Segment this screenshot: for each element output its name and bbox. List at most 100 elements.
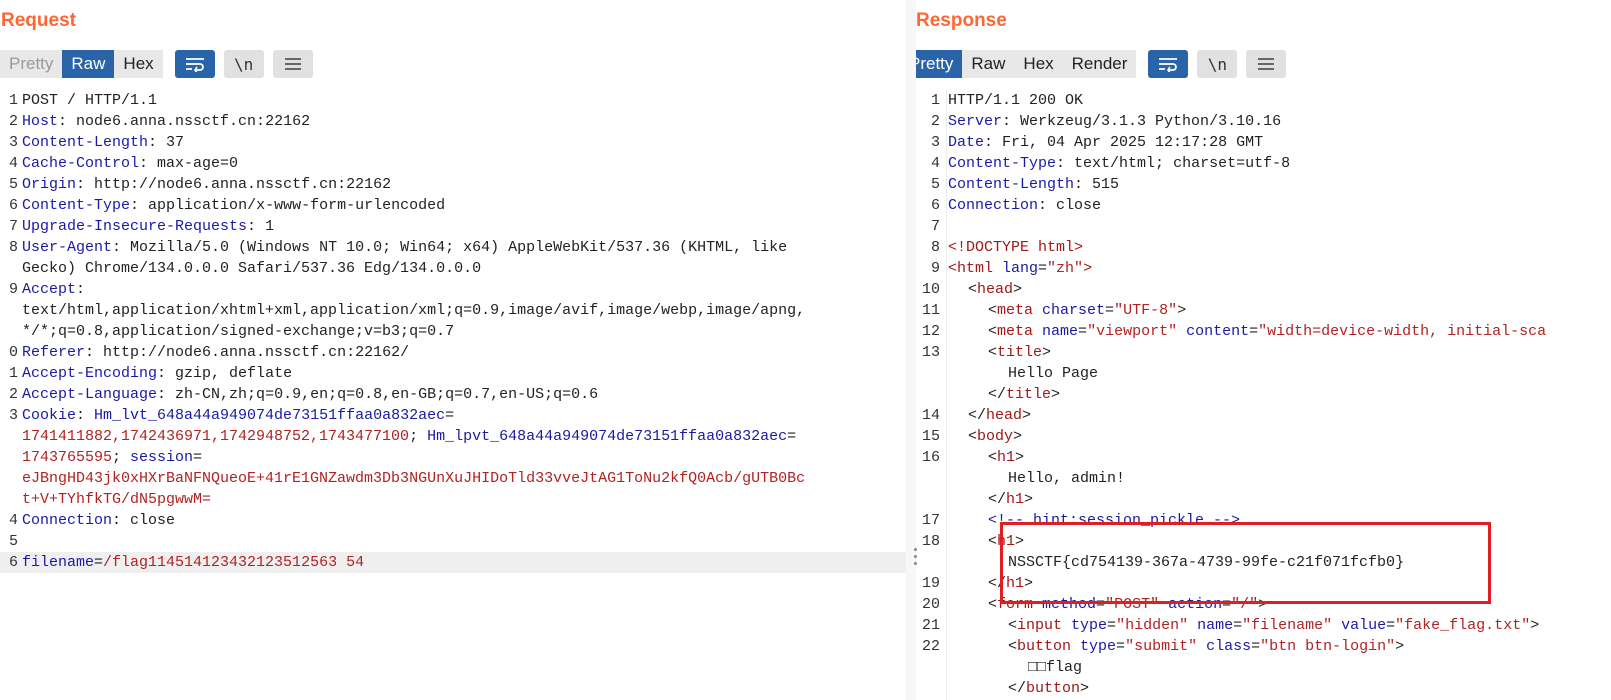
line-number: 5 <box>8 533 18 550</box>
line-content: 1741411882,1742436971,1742948752,1743477… <box>22 428 797 445</box>
line-number: 15 <box>921 428 940 445</box>
request-line: 1743765595; session= <box>0 447 906 468</box>
request-line: 4 Cache-Control: max-age=0 <box>0 153 906 174</box>
response-line: □□flag <box>916 657 1611 678</box>
response-line: 7 <box>916 216 1611 237</box>
request-pane: Request Pretty Raw Hex \n 1 POST / HTTP/1… <box>0 0 906 700</box>
response-line: Hello, admin! <box>916 468 1611 489</box>
request-line: 5 <box>0 531 906 552</box>
line-content: HTTP/1.1 200 OK <box>948 92 1084 109</box>
request-line: 2 Accept-Language: zh-CN,zh;q=0.9,en;q=0.… <box>0 384 906 405</box>
response-line: 3 Date: Fri, 04 Apr 2025 12:17:28 GMT <box>916 132 1611 153</box>
response-line: 19 </h1> <box>916 573 1611 594</box>
request-toolbar: Pretty Raw Hex \n <box>0 50 313 78</box>
response-line: 6 Connection: close <box>916 195 1611 216</box>
line-content: <meta name="viewport" content="width=dev… <box>988 323 1547 340</box>
line-number: 6 <box>8 197 18 214</box>
request-line: 1 Accept-Encoding: gzip, deflate <box>0 363 906 384</box>
response-tab-render[interactable]: Render <box>1062 50 1137 78</box>
line-content: </button> <box>1008 680 1090 697</box>
line-content: </title> <box>988 386 1061 403</box>
line-content: Content-Length: 37 <box>22 134 185 151</box>
pane-splitter[interactable] <box>906 0 916 700</box>
line-content: Server: Werkzeug/3.1.3 Python/3.10.16 <box>948 113 1282 130</box>
line-content: Gecko) Chrome/134.0.0.0 Safari/537.36 Ed… <box>22 260 482 277</box>
response-tab-pretty[interactable]: Pretty <box>916 50 963 78</box>
line-number: 14 <box>921 407 940 424</box>
line-content: □□flag <box>1028 659 1083 676</box>
line-content: Accept-Encoding: gzip, deflate <box>22 365 293 382</box>
line-content: Content-Type: application/x-www-form-url… <box>22 197 446 214</box>
wrap-icon[interactable] <box>1148 50 1189 78</box>
line-number: 22 <box>921 638 940 655</box>
response-line: 18 <h1> <box>916 531 1611 552</box>
response-line: 10 <head> <box>916 279 1611 300</box>
newline-icon[interactable]: \n <box>1197 50 1238 78</box>
line-content: Accept-Language: zh-CN,zh;q=0.9,en;q=0.8… <box>22 386 599 403</box>
response-toolbar: Pretty Raw Hex Render \n <box>916 50 1287 78</box>
line-content: User-Agent: Mozilla/5.0 (Windows NT 10.0… <box>22 239 788 256</box>
request-editor[interactable]: 1 POST / HTTP/1.1 2 Host: node6.anna.nssctf… <box>0 90 906 700</box>
line-content: text/html,application/xhtml+xml,applicat… <box>22 302 806 319</box>
line-content: Connection: close <box>22 512 176 529</box>
line-content: Hello Page <box>1008 365 1099 382</box>
line-number: 7 <box>930 218 940 235</box>
response-line: 4 Content-Type: text/html; charset=utf-8 <box>916 153 1611 174</box>
line-number: 6 <box>8 554 18 571</box>
line-number: 0 <box>8 344 18 361</box>
line-content: <form method="POST" action="/"> <box>988 596 1268 613</box>
request-line: 5 Origin: http://node6.anna.nssctf.cn:221… <box>0 174 906 195</box>
line-content: 1743765595; session= <box>22 449 203 466</box>
menu-icon[interactable] <box>1246 50 1287 78</box>
line-number: 1 <box>8 365 18 382</box>
response-line: 5 Content-Length: 515 <box>916 174 1611 195</box>
line-number: 3 <box>930 134 940 151</box>
line-content: <!DOCTYPE html> <box>948 239 1084 256</box>
line-content: POST / HTTP/1.1 <box>22 92 158 109</box>
line-number: 5 <box>930 176 940 193</box>
line-number: 17 <box>921 512 940 529</box>
line-number: 8 <box>8 239 18 256</box>
line-number: 12 <box>921 323 940 340</box>
response-tab-hex[interactable]: Hex <box>1014 50 1063 78</box>
line-content: <!-- hint:session_pickle --> <box>988 512 1241 529</box>
line-content: <h1> <box>988 449 1025 466</box>
request-tab-pretty[interactable]: Pretty <box>0 50 63 78</box>
request-line: text/html,application/xhtml+xml,applicat… <box>0 300 906 321</box>
request-tab-raw[interactable]: Raw <box>62 50 115 78</box>
response-editor[interactable]: 1 HTTP/1.1 200 OK 2 Server: Werkzeug/3.1.3 … <box>916 90 1611 700</box>
line-number: 20 <box>921 596 940 613</box>
request-line: 3 Content-Length: 37 <box>0 132 906 153</box>
request-line: 0 Referer: http://node6.anna.nssctf.cn:22… <box>0 342 906 363</box>
menu-icon[interactable] <box>272 50 313 78</box>
line-number: 2 <box>8 386 18 403</box>
line-content: Connection: close <box>948 197 1102 214</box>
response-tab-raw[interactable]: Raw <box>962 50 1015 78</box>
request-line: 6 Content-Type: application/x-www-form-ur… <box>0 195 906 216</box>
response-view-tabs: Pretty Raw Hex Render <box>916 50 1137 78</box>
response-line: 14 </head> <box>916 405 1611 426</box>
line-content: eJBngHD43jk0xHXrBaNFNQueoE+41rE1GNZawdm3… <box>22 470 806 487</box>
request-tab-hex[interactable]: Hex <box>114 50 163 78</box>
line-number: 7 <box>8 218 18 235</box>
response-line: 20 <form method="POST" action="/"> <box>916 594 1611 615</box>
line-content: filename=/flag114514123432123512563 54 <box>22 554 365 571</box>
request-title: Request <box>1 10 76 31</box>
wrap-icon[interactable] <box>174 50 215 78</box>
request-line: 1741411882,1742436971,1742948752,1743477… <box>0 426 906 447</box>
line-number: 8 <box>930 239 940 256</box>
newline-icon[interactable]: \n <box>223 50 264 78</box>
request-line: Gecko) Chrome/134.0.0.0 Safari/537.36 Ed… <box>0 258 906 279</box>
line-content: Referer: http://node6.anna.nssctf.cn:221… <box>22 344 410 361</box>
line-number: 4 <box>8 155 18 172</box>
line-content: </h1> <box>988 575 1034 592</box>
line-number: 16 <box>921 449 940 466</box>
response-line: 13 <title> <box>916 342 1611 363</box>
line-number: 21 <box>921 617 940 634</box>
request-line: t+V+TYhfkTG/dN5pgwwM= <box>0 489 906 510</box>
request-line: eJBngHD43jk0xHXrBaNFNQueoE+41rE1GNZawdm3… <box>0 468 906 489</box>
response-pane: Response Pretty Raw Hex Render \n 1 HTTP/… <box>916 0 1611 700</box>
response-line: 2 Server: Werkzeug/3.1.3 Python/3.10.16 <box>916 111 1611 132</box>
request-line: 3 Cookie: Hm_lvt_648a44a949074de73151ffaa… <box>0 405 906 426</box>
line-content: </head> <box>968 407 1032 424</box>
